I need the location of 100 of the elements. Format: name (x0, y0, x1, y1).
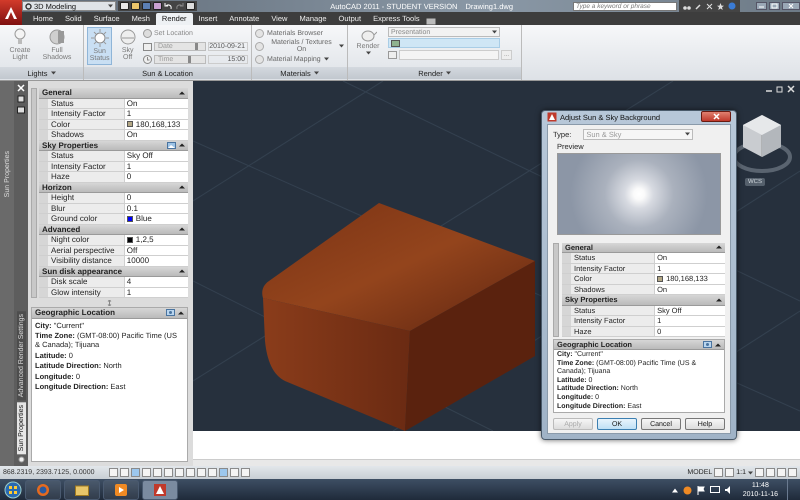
shaded-sphere-icon (48, 28, 66, 46)
app-logo-icon (4, 6, 18, 20)
sun-icon[interactable] (90, 29, 109, 47)
collapse-icon[interactable] (179, 185, 185, 190)
property-name: Night color (48, 235, 125, 244)
section-header[interactable]: Horizon (39, 182, 188, 193)
close-button[interactable] (701, 111, 731, 122)
otrack-toggle[interactable] (175, 468, 184, 477)
ducs-toggle[interactable] (186, 468, 195, 477)
locate-icon[interactable] (166, 309, 175, 316)
selection-cycling-toggle[interactable] (241, 468, 250, 477)
caret-icon[interactable] (50, 71, 56, 75)
dyn-toggle[interactable] (197, 468, 206, 477)
lineweight-toggle[interactable] (208, 468, 217, 477)
property-value[interactable]: 1 (126, 109, 132, 118)
taskbar-button[interactable] (25, 480, 61, 500)
show-hidden-icon[interactable] (672, 488, 678, 492)
section-header[interactable]: Geographic Location (32, 308, 187, 318)
collapse-icon[interactable] (716, 245, 722, 250)
snap-toggle[interactable] (109, 468, 118, 477)
cad-app-icon (153, 483, 167, 497)
locate-icon[interactable] (703, 341, 712, 348)
caret-icon[interactable] (446, 71, 451, 75)
section-header[interactable]: Sun disk appearance (39, 266, 188, 277)
collapse-icon[interactable] (179, 90, 185, 95)
ortho-toggle[interactable] (131, 468, 140, 477)
start-orb-icon[interactable] (4, 481, 22, 499)
application-menu-button[interactable] (0, 0, 22, 25)
collapse-icon[interactable] (715, 342, 721, 347)
taskbar-button[interactable] (64, 480, 100, 500)
caret-icon[interactable] (748, 470, 753, 474)
property-value[interactable]: 0.1 (126, 204, 138, 213)
property-name: Shadows (48, 130, 125, 140)
output-size-field[interactable] (399, 50, 499, 60)
sky-preview-icon[interactable] (167, 142, 176, 149)
close-icon[interactable] (782, 2, 800, 10)
property-value[interactable]: On (126, 98, 138, 108)
section-header[interactable]: Advanced (39, 224, 188, 235)
collapse-icon[interactable] (178, 310, 184, 315)
scrollbar[interactable] (553, 242, 559, 337)
light-bulb-toggle[interactable] (777, 468, 786, 477)
teapot-icon (359, 28, 377, 42)
sky-icon (118, 28, 137, 46)
sun-icon[interactable] (16, 455, 26, 464)
save-icon[interactable] (142, 2, 151, 10)
collapse-icon[interactable] (179, 227, 185, 232)
collapse-icon[interactable] (179, 143, 185, 148)
properties-icon[interactable] (17, 106, 25, 114)
media-player-icon (114, 483, 128, 497)
caret-icon (366, 51, 370, 55)
collapse-icon[interactable] (716, 298, 722, 302)
restore-icon[interactable] (776, 85, 784, 93)
grid-toggle[interactable] (120, 468, 129, 477)
osnap-toggle[interactable] (153, 468, 162, 477)
print-icon[interactable] (186, 2, 195, 10)
update-icon[interactable] (682, 486, 692, 494)
polar-toggle[interactable] (142, 468, 151, 477)
slider-thumb[interactable] (195, 42, 198, 50)
caret-icon (324, 57, 329, 61)
output-icon (388, 50, 397, 58)
property-value[interactable]: 1 (126, 162, 132, 171)
workspace-toggle[interactable] (755, 468, 764, 477)
transparency-toggle[interactable] (219, 468, 228, 477)
property-name: Intensity Factor (48, 109, 125, 118)
property-name: Disk scale (48, 277, 125, 286)
panel-toggle-icon[interactable] (426, 18, 438, 25)
section-header[interactable]: General (39, 88, 188, 98)
network-icon[interactable] (710, 486, 720, 494)
render-window-field[interactable] (388, 38, 500, 48)
property-value[interactable]: 1 (126, 288, 132, 297)
open-folder-icon[interactable] (131, 2, 140, 10)
caret-icon[interactable] (314, 71, 319, 75)
globe-icon (143, 28, 152, 38)
section-header[interactable]: Sky Properties (39, 140, 188, 151)
property-value[interactable]: On (126, 130, 138, 140)
calendar-icon (143, 42, 152, 50)
star-icon[interactable] (717, 2, 724, 10)
new-file-icon[interactable] (120, 2, 129, 10)
flag-icon[interactable] (696, 486, 705, 494)
undo-icon[interactable] (164, 2, 173, 10)
auto-hide-icon[interactable] (17, 95, 25, 103)
minimize-icon[interactable] (756, 2, 767, 10)
clean-screen-toggle[interactable] (788, 468, 797, 477)
lock-toggle[interactable] (766, 468, 775, 477)
collapse-icon[interactable] (179, 269, 185, 274)
slider-thumb[interactable] (188, 56, 190, 62)
property-value[interactable]: Off (126, 246, 138, 255)
property-value[interactable]: 4 (126, 277, 132, 286)
property-name: Height (48, 193, 125, 202)
splitter-handle-icon[interactable] (107, 300, 112, 306)
property-value[interactable]: 0 (126, 193, 132, 202)
property-value[interactable]: 0 (126, 172, 132, 182)
property-name: Haze (48, 172, 125, 182)
quick-props-toggle[interactable] (230, 468, 239, 477)
save-as-icon[interactable] (153, 2, 162, 10)
taskbar-button[interactable] (142, 480, 178, 500)
maximize-icon[interactable] (769, 2, 780, 10)
3d-osnap-toggle[interactable] (164, 468, 173, 477)
taskbar-button[interactable] (103, 480, 139, 500)
scrollbar[interactable] (31, 88, 37, 298)
